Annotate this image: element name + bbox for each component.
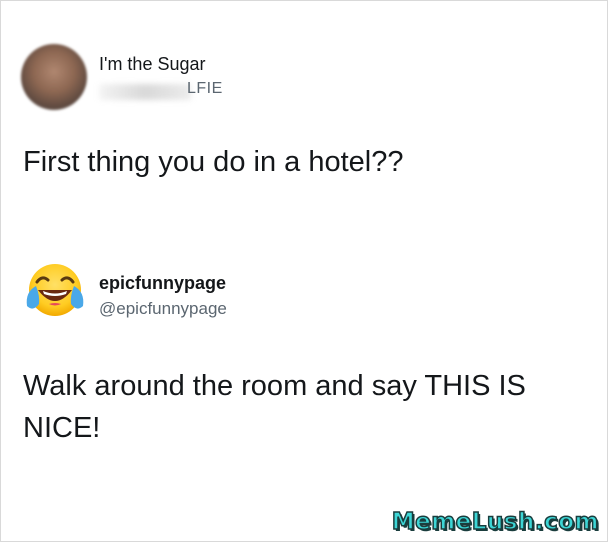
author-name[interactable]: I'm the Sugar bbox=[99, 54, 206, 75]
laughing-crying-emoji-icon[interactable] bbox=[23, 260, 87, 324]
meme-image: I'm the Sugar LFIE First thing you do in… bbox=[0, 0, 608, 542]
blurred-handle bbox=[99, 84, 191, 100]
avatar[interactable] bbox=[21, 44, 87, 110]
post-original: I'm the Sugar LFIE First thing you do in… bbox=[1, 41, 607, 178]
post-reply: epicfunnypage @epicfunnypage Walk around… bbox=[1, 259, 607, 444]
post-author: I'm the Sugar LFIE bbox=[1, 41, 607, 113]
author-handle[interactable]: LFIE bbox=[187, 80, 223, 98]
watermark: MemeLush.com bbox=[391, 508, 599, 536]
post-author: epicfunnypage @epicfunnypage bbox=[1, 259, 607, 331]
author-name[interactable]: epicfunnypage bbox=[99, 273, 226, 294]
post-text: First thing you do in a hotel?? bbox=[23, 146, 404, 178]
post-text: Walk around the room and say THIS IS NIC… bbox=[23, 370, 526, 444]
author-handle[interactable]: @epicfunnypage bbox=[99, 299, 227, 319]
